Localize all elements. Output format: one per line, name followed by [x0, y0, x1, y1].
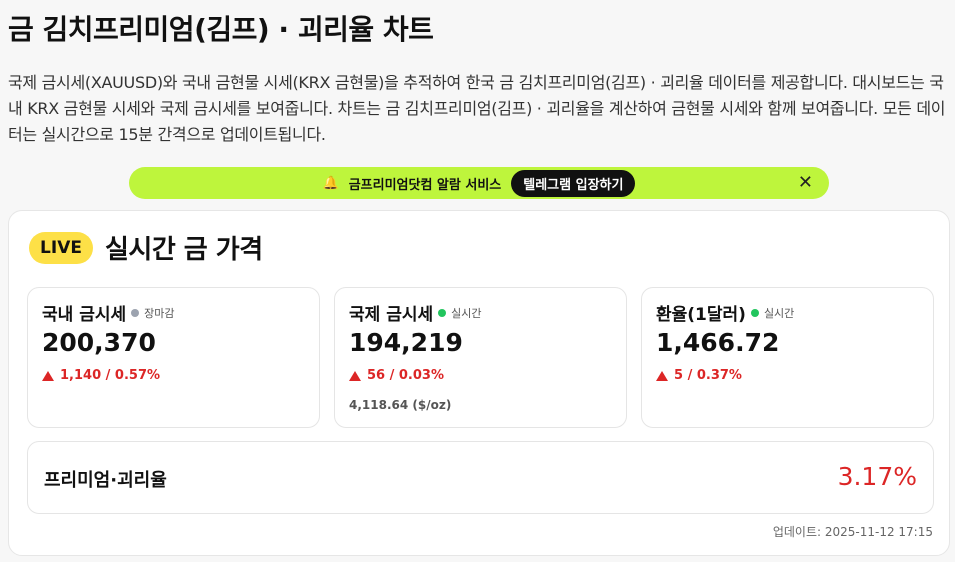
international-price-change: 56 / 0.03%: [349, 368, 444, 383]
status-dot-icon: [438, 308, 447, 317]
live-badge: LIVE: [29, 232, 93, 264]
international-price-label: 국제 금시세: [349, 305, 434, 325]
exchange-rate-label: 환율(1달러): [656, 305, 746, 325]
premium-label: 프리미엄·괴리율: [44, 470, 167, 491]
international-usd-price: 4,118.64 ($/oz): [349, 398, 452, 412]
international-price-box: 국제 금시세 실시간 194,219 56 / 0.03% 4,118.64 (…: [334, 287, 627, 428]
premium-value: 3.17%: [837, 462, 917, 491]
intro-text: 국제 금시세(XAUUSD)와 국내 금현물 시세(KRX 금현물)을 추적하여…: [8, 73, 946, 144]
exchange-rate-header: 환율(1달러) 실시간: [656, 300, 794, 325]
domestic-status: 장마감: [144, 306, 175, 320]
close-icon[interactable]: ✕: [798, 172, 813, 194]
domestic-price-change: 1,140 / 0.57%: [42, 368, 160, 383]
premium-box: 프리미엄·괴리율 3.17%: [27, 441, 934, 514]
international-change-text: 56 / 0.03%: [367, 368, 444, 383]
exchange-rate-value: 1,466.72: [656, 328, 780, 357]
page-title: 금 김치프리미엄(김프) · 괴리율 차트: [8, 13, 434, 46]
live-price-card: LIVE 실시간 금 가격 국내 금시세 장마감 200,370 1,140 /…: [8, 210, 950, 556]
up-arrow-icon: [42, 370, 54, 381]
exchange-rate-box: 환율(1달러) 실시간 1,466.72 5 / 0.37%: [641, 287, 934, 428]
promo-text: 금프리미엄닷컴 알람 서비스: [348, 177, 502, 193]
domestic-price-box: 국내 금시세 장마감 200,370 1,140 / 0.57%: [27, 287, 320, 428]
exchange-status: 실시간: [763, 306, 795, 320]
promo-banner: 🔔 금프리미엄닷컴 알람 서비스 텔레그램 입장하기 ✕: [129, 167, 829, 199]
telegram-join-button[interactable]: 텔레그램 입장하기: [511, 169, 636, 197]
international-price-header: 국제 금시세 실시간: [349, 300, 482, 325]
status-dot-icon: [131, 308, 140, 317]
exchange-rate-change: 5 / 0.37%: [656, 368, 742, 383]
bell-icon: 🔔: [322, 175, 339, 191]
domestic-price-header: 국내 금시세 장마감: [42, 300, 175, 325]
domestic-price-label: 국내 금시세: [42, 305, 127, 325]
section-title: 실시간 금 가격: [105, 235, 263, 265]
status-dot-icon: [750, 308, 759, 317]
international-status: 실시간: [451, 306, 482, 320]
updated-timestamp: 업데이트: 2025-11-12 17:15: [772, 525, 933, 539]
up-arrow-icon: [349, 370, 361, 381]
domestic-change-text: 1,140 / 0.57%: [60, 368, 161, 383]
domestic-price-value: 200,370: [42, 328, 156, 357]
international-price-value: 194,219: [349, 328, 463, 357]
up-arrow-icon: [656, 370, 668, 381]
exchange-change-text: 5 / 0.37%: [674, 368, 742, 383]
